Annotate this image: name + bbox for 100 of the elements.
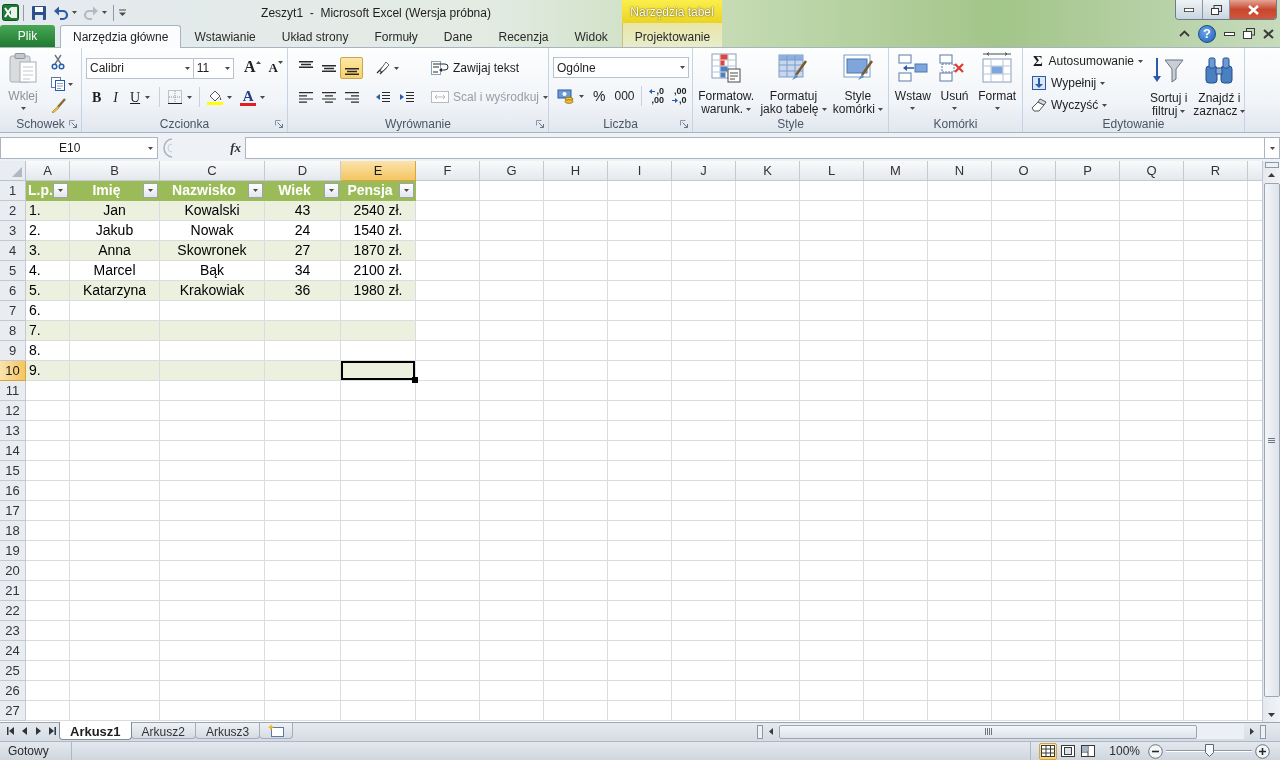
row-header[interactable]: 8 bbox=[0, 321, 26, 341]
percent-button[interactable]: % bbox=[588, 85, 611, 107]
format-as-table-button[interactable]: Formatuj jako tabelę bbox=[757, 48, 830, 116]
collapse-ribbon-button[interactable] bbox=[1179, 30, 1190, 37]
minimize-button[interactable] bbox=[1224, 31, 1235, 36]
filter-button[interactable] bbox=[324, 183, 339, 198]
row-header[interactable]: 12 bbox=[0, 401, 26, 421]
row-header[interactable]: 6 bbox=[0, 281, 26, 301]
zoom-slider[interactable] bbox=[1166, 744, 1252, 758]
row-header[interactable]: 7 bbox=[0, 301, 26, 321]
row-header[interactable]: 13 bbox=[0, 421, 26, 441]
clear-button[interactable]: Wyczyść bbox=[1027, 94, 1147, 116]
number-format-dropdown[interactable]: Ogólne bbox=[553, 57, 689, 78]
row-header[interactable]: 4 bbox=[0, 241, 26, 261]
row-header[interactable]: 17 bbox=[0, 501, 26, 521]
increase-decimal-button[interactable]: ,0 ,00 bbox=[645, 85, 668, 107]
filter-button[interactable] bbox=[399, 183, 414, 198]
zoom-out-button[interactable] bbox=[1148, 743, 1163, 759]
bold-button[interactable]: B bbox=[86, 86, 108, 108]
filter-button[interactable] bbox=[53, 183, 68, 198]
italic-button[interactable]: I bbox=[107, 86, 124, 108]
sheet-tab[interactable]: Arkusz1 bbox=[59, 722, 132, 740]
shrink-font-button[interactable]: A bbox=[264, 57, 287, 79]
thousands-button[interactable]: 000 bbox=[610, 85, 639, 107]
ribbon-tab[interactable]: Narzędzia główne bbox=[60, 25, 182, 48]
expand-formula-button[interactable] bbox=[1265, 137, 1280, 159]
column-header[interactable]: P bbox=[1056, 161, 1120, 181]
decrease-decimal-button[interactable]: ,00 ,0 bbox=[668, 85, 691, 107]
align-bottom-button[interactable] bbox=[340, 57, 363, 79]
close-button[interactable] bbox=[1263, 28, 1274, 39]
restore-button[interactable] bbox=[1243, 28, 1255, 39]
row-header[interactable]: 27 bbox=[0, 701, 26, 721]
ribbon-tab[interactable]: Układ strony bbox=[268, 25, 362, 48]
row-header[interactable]: 9 bbox=[0, 341, 26, 361]
font-name-dropdown[interactable]: Calibri bbox=[86, 57, 194, 79]
filter-button[interactable] bbox=[143, 183, 158, 198]
column-header[interactable]: K bbox=[736, 161, 800, 181]
column-header[interactable]: B bbox=[70, 161, 160, 181]
sheet-tab[interactable]: Arkusz2 bbox=[130, 723, 196, 739]
formula-input[interactable] bbox=[245, 137, 1265, 159]
row-header[interactable]: 15 bbox=[0, 461, 26, 481]
insert-function-button[interactable]: fx bbox=[226, 138, 245, 158]
sheet-tab[interactable]: Arkusz3 bbox=[194, 723, 261, 739]
font-color-button[interactable]: A bbox=[236, 86, 270, 108]
last-sheet-button[interactable] bbox=[46, 724, 58, 738]
row-header[interactable]: 24 bbox=[0, 641, 26, 661]
row-header[interactable]: 25 bbox=[0, 661, 26, 681]
column-header[interactable]: O bbox=[992, 161, 1056, 181]
ribbon-tab[interactable]: Projektowanie bbox=[621, 25, 724, 48]
ribbon-tab[interactable]: Recenzja bbox=[485, 25, 562, 48]
dialog-launcher-icon[interactable] bbox=[536, 120, 544, 128]
ribbon-tab[interactable]: Dane bbox=[430, 25, 486, 48]
sort-filter-button[interactable]: Sortuj i filtruj bbox=[1147, 50, 1191, 118]
column-header[interactable]: E bbox=[341, 161, 416, 181]
close-button[interactable] bbox=[1230, 0, 1276, 19]
insert-button[interactable]: Wstaw bbox=[891, 48, 934, 116]
delete-button[interactable]: Usuń bbox=[935, 48, 974, 116]
column-header[interactable]: A bbox=[26, 161, 70, 181]
underline-button[interactable]: U bbox=[124, 86, 157, 108]
row-header[interactable]: 21 bbox=[0, 581, 26, 601]
column-header[interactable]: N bbox=[928, 161, 992, 181]
fill-handle-icon[interactable] bbox=[412, 377, 418, 383]
view-button[interactable] bbox=[1059, 742, 1078, 760]
row-header[interactable]: 14 bbox=[0, 441, 26, 461]
find-select-button[interactable]: Znajdź i zaznacz bbox=[1190, 50, 1249, 118]
zoom-in-button[interactable] bbox=[1255, 743, 1270, 759]
cell-styles-button[interactable]: Style komórki bbox=[829, 48, 886, 116]
row-header[interactable]: 22 bbox=[0, 601, 26, 621]
insert-sheet-button[interactable] bbox=[259, 723, 294, 739]
format-button[interactable]: Format bbox=[975, 48, 1020, 116]
filter-button[interactable] bbox=[248, 183, 263, 198]
column-header[interactable]: H bbox=[544, 161, 608, 181]
grow-font-button[interactable]: A bbox=[240, 57, 265, 79]
slider-thumb[interactable] bbox=[1204, 744, 1214, 757]
row-header[interactable]: 26 bbox=[0, 681, 26, 701]
column-header[interactable]: F bbox=[416, 161, 480, 181]
fill-button[interactable]: Wypełnij bbox=[1027, 72, 1147, 94]
row-header[interactable]: 19 bbox=[0, 541, 26, 561]
zoom-level-button[interactable]: 100% bbox=[1109, 742, 1140, 760]
column-header[interactable]: Q bbox=[1120, 161, 1184, 181]
row-header[interactable]: 2 bbox=[0, 201, 26, 221]
name-box[interactable]: E10 bbox=[0, 137, 158, 159]
restore-button[interactable] bbox=[1203, 0, 1230, 19]
font-size-dropdown[interactable]: 11 bbox=[193, 57, 235, 79]
row-header[interactable]: 16 bbox=[0, 481, 26, 501]
row-header[interactable]: 10 bbox=[0, 361, 26, 381]
minimize-button[interactable] bbox=[1176, 0, 1203, 19]
row-header[interactable]: 18 bbox=[0, 521, 26, 541]
view-button[interactable] bbox=[1039, 742, 1058, 760]
ribbon-tab[interactable]: Formuły bbox=[361, 25, 431, 48]
row-header[interactable]: 23 bbox=[0, 621, 26, 641]
column-header[interactable]: C bbox=[160, 161, 265, 181]
dialog-launcher-icon[interactable] bbox=[275, 120, 283, 128]
column-header[interactable]: M bbox=[864, 161, 928, 181]
autosum-button[interactable]: Σ Autosumowanie bbox=[1027, 50, 1147, 72]
row-header[interactable]: 11 bbox=[0, 381, 26, 401]
view-button[interactable] bbox=[1079, 742, 1098, 760]
file-tab[interactable]: Plik bbox=[0, 25, 55, 47]
column-header[interactable]: G bbox=[480, 161, 544, 181]
column-header[interactable]: J bbox=[672, 161, 736, 181]
